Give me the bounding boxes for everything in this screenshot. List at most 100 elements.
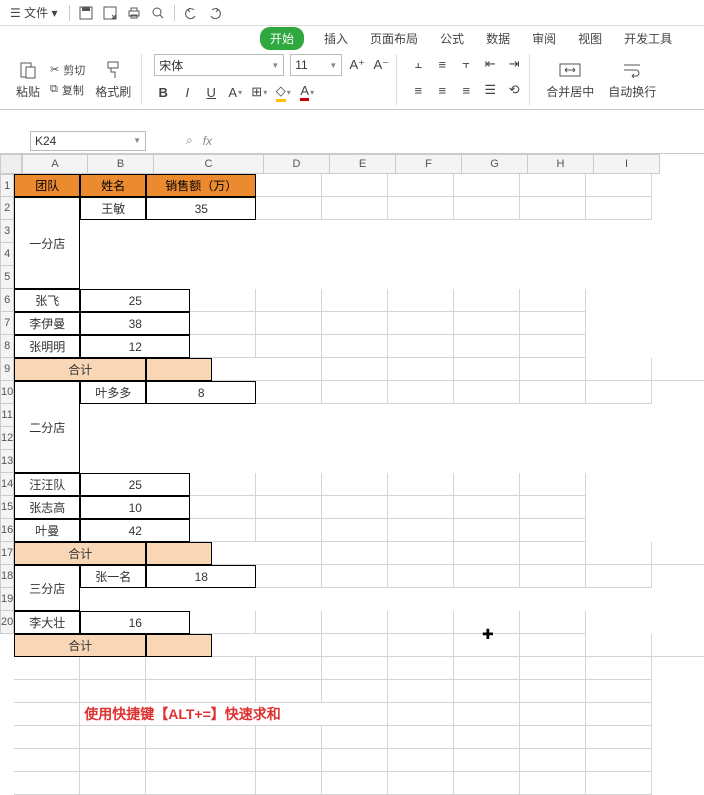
redo-icon[interactable] [207,5,223,21]
cell[interactable] [14,726,80,749]
orientation-icon[interactable]: ⟲ [505,80,523,100]
col-header[interactable]: I [594,154,660,174]
row-header[interactable]: 6 [0,289,14,312]
cell[interactable] [322,657,388,680]
cell[interactable] [388,312,454,335]
file-menu[interactable]: ☰ 文件 ▾ [6,2,61,23]
col-header[interactable]: C [154,154,264,174]
format-painter-button[interactable]: 格式刷 [91,57,135,102]
cell[interactable] [212,358,322,381]
cell[interactable] [454,289,520,312]
cell[interactable] [14,657,80,680]
cell[interactable]: 二分店 [14,381,80,473]
cell[interactable] [586,634,652,657]
cell[interactable]: 合计 [14,358,146,381]
cell[interactable] [388,289,454,312]
cell[interactable] [520,565,586,588]
print-preview-icon[interactable] [150,5,166,21]
cell[interactable] [322,565,388,588]
cell[interactable] [388,335,454,358]
font-size-select[interactable]: 11▼ [290,54,342,76]
cell[interactable] [520,289,586,312]
cell[interactable]: 张志高 [14,496,80,519]
cell[interactable] [520,358,586,381]
row-header[interactable]: 3 [0,220,14,243]
decrease-indent-icon[interactable]: ⇤ [481,54,499,74]
tab-insert[interactable]: 插入 [322,27,350,50]
cell[interactable]: 三分店 [14,565,80,611]
cells-area[interactable]: 团队姓名销售额（万）一分店王敏35张飞25李伊曼38张明明12合计二分店叶多多8… [14,174,704,795]
fx-search-icon[interactable]: ⌕ [186,133,193,148]
cell[interactable] [146,657,256,680]
cell[interactable] [520,381,586,404]
cell[interactable] [256,197,322,220]
cell[interactable] [256,473,322,496]
cell[interactable] [388,657,454,680]
cell[interactable] [388,542,454,565]
tab-start[interactable]: 开始 [260,27,304,50]
cell[interactable] [586,772,652,795]
cell[interactable] [322,197,388,220]
cell[interactable]: 合计 [14,542,146,565]
cell[interactable] [520,473,586,496]
cell[interactable] [14,749,80,772]
cell[interactable] [388,772,454,795]
cell[interactable] [520,657,586,680]
cell[interactable] [586,358,652,381]
cell[interactable] [190,289,256,312]
copy-button[interactable]: ⧉复制 [50,82,85,98]
cell[interactable]: 16 [80,611,190,634]
cell[interactable] [146,634,212,657]
cell[interactable]: 张明明 [14,335,80,358]
paste-button[interactable]: 粘贴 [12,57,44,102]
cell[interactable] [454,174,520,197]
cell[interactable] [256,381,322,404]
cell[interactable]: 35 [146,197,256,220]
cell[interactable] [454,657,520,680]
distribute-icon[interactable]: ☰ [481,80,499,100]
col-header[interactable]: E [330,154,396,174]
decrease-font-icon[interactable]: A⁻ [372,55,390,75]
cell[interactable] [388,358,454,381]
cell[interactable] [454,726,520,749]
cell[interactable] [454,496,520,519]
row-header[interactable]: 9 [0,358,14,381]
tab-dev[interactable]: 开发工具 [622,27,674,50]
align-right-icon[interactable]: ≡ [457,80,475,100]
row-header[interactable]: 4 [0,243,14,266]
cell[interactable] [256,496,322,519]
cell[interactable] [256,312,322,335]
align-bottom-icon[interactable]: ⫟ [457,54,475,74]
cell[interactable] [322,496,388,519]
tab-layout[interactable]: 页面布局 [368,27,420,50]
cell[interactable] [146,358,212,381]
cell[interactable] [388,726,454,749]
cell[interactable]: 叶多多 [80,381,146,404]
cell[interactable] [388,381,454,404]
cell[interactable] [80,657,146,680]
cell[interactable] [586,657,652,680]
cell[interactable] [520,174,586,197]
cell[interactable] [322,174,388,197]
cell[interactable] [520,335,586,358]
cell[interactable] [586,174,652,197]
cell[interactable] [322,634,388,657]
increase-font-icon[interactable]: A⁺ [348,55,366,75]
cell[interactable] [256,519,322,542]
col-header[interactable]: B [88,154,154,174]
align-center-icon[interactable]: ≡ [433,80,451,100]
cell[interactable] [322,772,388,795]
cell[interactable] [146,680,256,703]
row-header[interactable]: 11 [0,404,14,427]
cell[interactable] [190,519,256,542]
row-header[interactable]: 5 [0,266,14,289]
cell[interactable] [256,726,322,749]
cell[interactable] [256,565,322,588]
col-header[interactable]: F [396,154,462,174]
cell[interactable] [322,726,388,749]
cell[interactable]: 李伊曼 [14,312,80,335]
cell[interactable] [652,634,704,657]
font-color-button[interactable]: A▾ [298,82,316,102]
col-header[interactable]: G [462,154,528,174]
cell[interactable]: 18 [146,565,256,588]
